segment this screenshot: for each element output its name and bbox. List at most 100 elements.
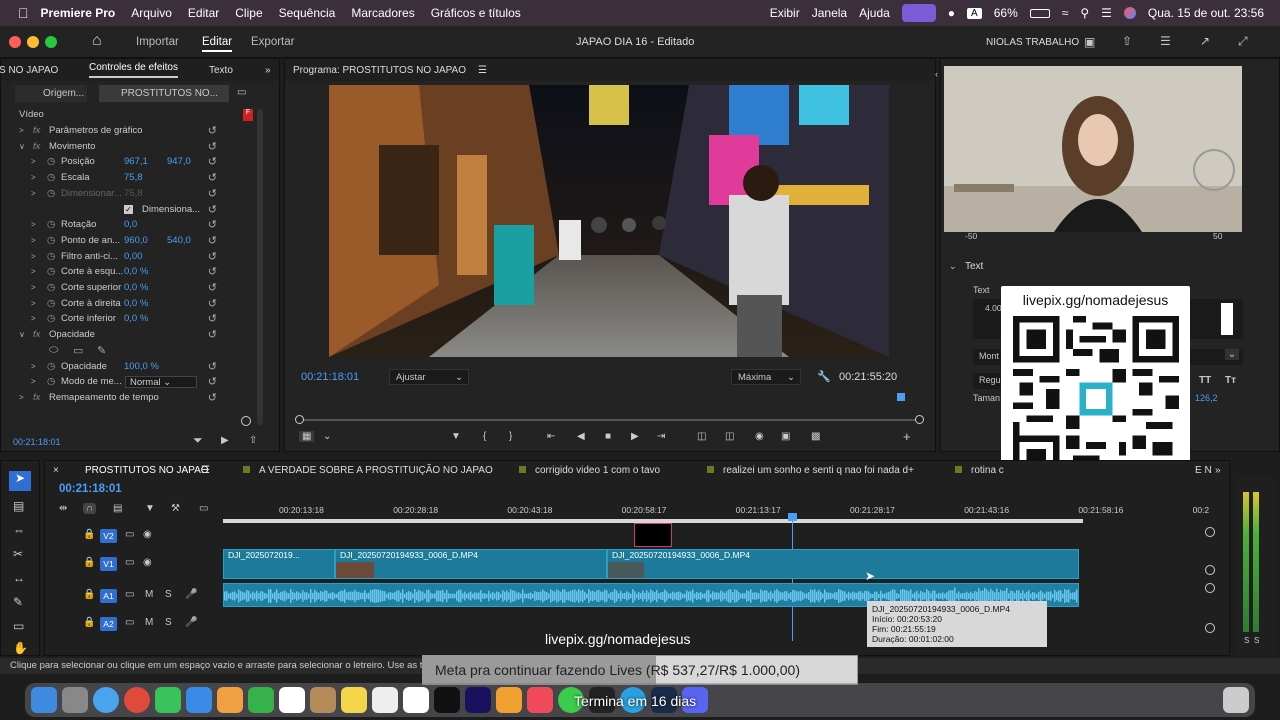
linked-select-icon[interactable]: ▤ — [113, 503, 122, 514]
toggle-timeline-icon[interactable]: ▭ — [237, 87, 246, 98]
menubar-clock[interactable]: Qua. 15 de out. 23:56 — [1148, 6, 1264, 20]
effect-value[interactable]: 0,0 % — [124, 266, 148, 277]
tab-importar[interactable]: Importar — [136, 36, 179, 48]
add-marker-icon[interactable]: ▼ — [145, 503, 155, 514]
solo-right-button[interactable]: S — [1254, 636, 1259, 645]
tab-editar[interactable]: Editar — [202, 36, 233, 52]
menu-sequencia[interactable]: Sequência — [279, 6, 336, 20]
apple-icon[interactable]:  — [18, 5, 29, 21]
chevron-right-icon[interactable]: > — [31, 299, 36, 308]
reset-icon[interactable]: ↺ — [208, 171, 217, 184]
effect-row[interactable]: > ◷ Rotação 0,0 ↺ — [1, 217, 239, 232]
lock-icon[interactable]: 🔒 — [83, 557, 95, 568]
reset-icon[interactable]: ↺ — [208, 265, 217, 278]
music-icon[interactable] — [527, 687, 553, 713]
selection-tool-icon[interactable]: ➤ — [9, 471, 31, 491]
reset-icon[interactable]: ↺ — [208, 328, 217, 341]
search-icon[interactable]: ⚲ — [1080, 6, 1089, 20]
workspaces-icon[interactable]: ▣ — [1084, 35, 1095, 49]
effects-scrollbar[interactable] — [257, 109, 263, 425]
all-caps-button[interactable]: TT — [1199, 375, 1211, 386]
program-scrubber[interactable] — [299, 419, 919, 421]
v1-clip-2[interactable]: DJI_20250720194933_0006_D.MP4 — [335, 549, 607, 579]
menu-editar[interactable]: Editar — [188, 6, 219, 20]
slip-icon[interactable]: ↔ — [13, 571, 25, 585]
lift-icon[interactable]: ◫ — [697, 431, 706, 442]
mark-out-icon[interactable]: } — [509, 431, 512, 442]
effect-value[interactable]: 0,0 % — [124, 282, 148, 293]
reset-icon[interactable]: ↺ — [208, 203, 217, 216]
fx-icon[interactable]: fx — [33, 392, 40, 403]
eye-icon[interactable]: ◉ — [143, 529, 152, 540]
chevron-right-icon[interactable]: > — [31, 377, 36, 386]
mute-button[interactable]: M — [145, 617, 153, 628]
contacts-icon[interactable] — [310, 687, 336, 713]
mic-icon[interactable]: 🎤 — [185, 589, 197, 600]
premiere-icon[interactable] — [465, 687, 491, 713]
seq-tab-1[interactable]: A VERDADE SOBRE A PROSTITUIÇÃO NO JAPAO — [259, 465, 493, 476]
mic-icon[interactable]: 🎤 — [185, 617, 197, 628]
size-value[interactable]: 126,2 — [1195, 393, 1218, 403]
stopwatch-icon[interactable]: ◷ — [47, 251, 55, 262]
small-caps-button[interactable]: Tт — [1225, 375, 1236, 386]
messages-icon[interactable] — [155, 687, 181, 713]
timeline-timecode[interactable]: 00:21:18:01 — [59, 483, 122, 495]
home-icon[interactable]: ⌂ — [92, 32, 102, 50]
play-icon[interactable]: ▶ — [631, 431, 639, 442]
effect-value[interactable]: 0,00 — [124, 251, 143, 262]
tab-texto[interactable]: Texto — [209, 65, 233, 76]
effect-row[interactable]: > ◷ Posição 967,1 947,0 ↺ — [1, 154, 239, 169]
reset-icon[interactable]: ↺ — [208, 391, 217, 404]
seq-tab-5-partial[interactable]: E N — [1195, 465, 1212, 476]
tab-exportar[interactable]: Exportar — [251, 36, 294, 48]
stopwatch-icon[interactable]: ◷ — [47, 376, 55, 387]
seq-tab-2[interactable]: corrigido video 1 com o tavo — [535, 465, 660, 476]
track-scroll-knob[interactable] — [1205, 623, 1215, 633]
chevron-right-icon[interactable]: > — [31, 157, 36, 166]
stopwatch-icon[interactable]: ◷ — [47, 235, 55, 246]
insert-icon[interactable]: ⇹ — [59, 503, 67, 514]
stopwatch-icon[interactable]: ◷ — [47, 188, 55, 199]
checkbox[interactable]: ✓ — [124, 204, 133, 214]
launchpad-icon[interactable] — [62, 687, 88, 713]
mark-in-icon[interactable]: { — [483, 431, 486, 442]
control-center-icon[interactable]: ☰ — [1101, 6, 1112, 20]
reset-icon[interactable]: ↺ — [208, 218, 217, 231]
scrubber-end-knob[interactable] — [915, 415, 924, 424]
ripple-edit-icon[interactable]: ⇔ — [13, 523, 25, 537]
reset-icon[interactable]: ↺ — [208, 281, 217, 294]
menu-janela[interactable]: Janela — [812, 6, 847, 20]
go-to-in-icon[interactable]: ⇤ — [547, 431, 555, 442]
tab-source-partial[interactable]: S NO JAPAO — [0, 65, 58, 76]
track-a2-label[interactable]: A2 — [100, 617, 117, 631]
effect-value[interactable]: 0,0 % — [124, 313, 148, 324]
minimize-window-button[interactable] — [27, 36, 39, 48]
chevron-right-icon[interactable]: > — [31, 314, 36, 323]
settings-wrench-icon[interactable]: 🔧 — [817, 370, 831, 383]
effect-row[interactable]: > ◷ Ponto de an... 960,0 540,0 ↺ — [1, 233, 239, 248]
appletv-icon[interactable] — [434, 687, 460, 713]
seq-tab-0[interactable]: PROSTITUTOS NO JAPAO — [85, 465, 209, 476]
effect-row[interactable]: > ◷ Modo de me... Normal ⌄ ↺ — [1, 374, 239, 389]
reset-icon[interactable]: ↺ — [208, 250, 217, 263]
seq-tab-menu-icon[interactable]: ☰ — [201, 465, 210, 476]
play-audio-icon[interactable]: ▶ — [221, 435, 229, 446]
stopwatch-icon[interactable]: ◷ — [47, 172, 55, 183]
effect-value[interactable]: 100,0 % — [124, 361, 159, 372]
menu-marcadores[interactable]: Marcadores — [351, 6, 414, 20]
chevron-down-icon[interactable]: ∨ — [19, 330, 25, 339]
effect-value[interactable]: 0,0 — [124, 219, 137, 230]
reset-icon[interactable]: ↺ — [208, 234, 217, 247]
sync-lock-icon[interactable]: ▭ — [125, 589, 134, 600]
rectangle-icon[interactable]: ▭ — [13, 619, 24, 633]
seq-tab-3[interactable]: realizei um sonho e senti q nao foi nada… — [723, 465, 914, 476]
go-to-out-icon[interactable]: ⇥ — [657, 431, 665, 442]
program-title[interactable]: Programa: PROSTITUTOS NO JAPAO — [293, 65, 466, 76]
effect-value-2[interactable]: 540,0 — [167, 235, 191, 246]
effect-row[interactable]: ∨ fx Opacidade ↺ — [1, 327, 239, 342]
eye-icon[interactable]: ◉ — [143, 557, 152, 568]
safe-margin-icon[interactable]: ▦ — [299, 431, 315, 442]
zoom-window-button[interactable] — [45, 36, 57, 48]
effect-row[interactable]: > ◷ Corte à esqu... 0,0 % ↺ — [1, 264, 239, 279]
ellipse-mask-icon[interactable]: ⬭ — [49, 344, 58, 357]
